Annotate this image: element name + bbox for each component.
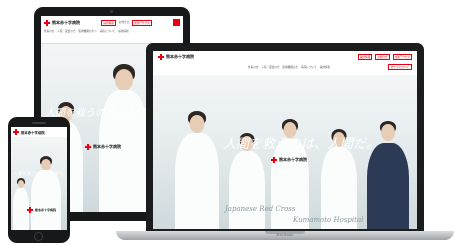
responsive-mockup: 熊本赤十字病院 採用情報 お問合せ 交通アクセス 外来の方 入院・面会の方 医療… (0, 0, 454, 246)
tablet-camera (110, 10, 113, 13)
tablet-utility-nav: 採用情報 お問合せ 交通アクセス (101, 19, 152, 26)
nav-link-contact[interactable]: お問合せ (375, 54, 390, 60)
tablet-logo[interactable]: 熊本赤十字病院 (44, 19, 80, 26)
hero-logo: 熊本赤十字病院 (27, 207, 56, 213)
nav-link-contact[interactable]: お問合せ (119, 20, 129, 26)
staff-figure (99, 64, 149, 212)
phone-device: 熊本赤十字病院 人間を救うのは、人間だ。 熊本赤十字病院 (8, 117, 70, 243)
nav-link-inpatient[interactable]: 入院・面会の方 (57, 29, 75, 33)
redcross-link-button[interactable]: 赤十字について (387, 64, 412, 70)
home-button[interactable] (34, 232, 43, 241)
logo-text: 熊本赤十字病院 (21, 130, 45, 135)
device-brand-label: MacBook (276, 233, 294, 237)
phone-logo[interactable]: 熊本赤十字病院 (13, 129, 65, 135)
hero-logo-text: 熊本赤十字病院 (93, 144, 121, 149)
hero-catchcopy: 人間を救うのは、人間だ。 (13, 172, 67, 177)
hero-logo: 熊本赤十字病院 (85, 144, 121, 150)
logo-text: 熊本赤十字病院 (52, 19, 80, 25)
laptop-device: 熊本赤十字病院 採用情報 お問合せ 交通アクセス 外来の方 入院・面会の方 医療… (146, 43, 424, 233)
script-line-2: Kumamoto Hospital (293, 216, 364, 224)
phone-hero: 人間を救うのは、人間だ。 熊本赤十字病院 (11, 137, 67, 230)
nav-link-recruit[interactable]: 採用情報 (357, 54, 373, 60)
laptop-logo[interactable]: 熊本赤十字病院 (158, 54, 194, 60)
tablet-main-nav: 外来の方 入院・面会の方 医療機関の方へ 病院について 採用情報 (44, 29, 180, 33)
phone-speaker (32, 122, 46, 124)
nav-link-outpatient[interactable]: 外来の方 (44, 29, 54, 33)
script-line-1: Japanese Red Cross (225, 205, 296, 213)
nav-link-careers[interactable]: 採用情報 (118, 29, 128, 33)
nav-link-about[interactable]: 病院について (100, 29, 116, 33)
nav-link-medical[interactable]: 医療機関の方 (283, 65, 299, 69)
tablet-header: 熊本赤十字病院 採用情報 お問合せ 交通アクセス 外来の方 入院・面会の方 医療… (41, 16, 183, 52)
phone-screen: 熊本赤十字病院 人間を救うのは、人間だ。 熊本赤十字病院 (11, 127, 67, 230)
laptop-screen: 熊本赤十字病院 採用情報 お問合せ 交通アクセス 外来の方 入院・面会の方 医療… (153, 51, 417, 229)
nav-link-access[interactable]: 交通アクセス (132, 19, 152, 26)
nav-link-outpatient[interactable]: 外来の方 (248, 65, 258, 69)
laptop-utility-nav: 採用情報 お問合せ 交通アクセス (357, 54, 412, 60)
phone-header: 熊本赤十字病院 (11, 127, 67, 137)
red-cross-icon (27, 207, 33, 213)
nav-link-access[interactable]: 交通アクセス (392, 54, 412, 60)
hero-catchcopy: 人間を救うのは、人間だ。 (223, 137, 379, 152)
red-cross-icon (85, 144, 91, 150)
nav-link-about[interactable]: 病院について (301, 65, 317, 69)
logo-text: 熊本赤十字病院 (166, 54, 194, 59)
red-cross-icon (44, 19, 50, 26)
menu-icon[interactable] (173, 19, 180, 26)
laptop-header: 熊本赤十字病院 採用情報 お問合せ 交通アクセス 外来の方 入院・面会の方 医療… (153, 51, 417, 75)
laptop-hero: 人間を救うのは、人間だ。 熊本赤十字病院 Japanese Red Cross … (153, 75, 417, 229)
staff-figure (175, 111, 219, 229)
hero-logo-text: 熊本赤十字病院 (35, 208, 57, 212)
red-cross-icon (13, 129, 19, 135)
hero-logo: 熊本赤十字病院 (271, 157, 307, 163)
nav-link-inpatient[interactable]: 入院・面会の方 (261, 65, 279, 69)
red-cross-icon (158, 54, 164, 60)
red-cross-icon (271, 157, 277, 163)
staff-figure (13, 178, 29, 230)
nav-link-medical[interactable]: 医療機関の方へ (79, 29, 97, 33)
hero-logo-text: 熊本赤十字病院 (279, 157, 307, 162)
nav-link-recruit[interactable]: 採用情報 (101, 19, 116, 26)
staff-figure (31, 156, 61, 230)
nav-link-careers[interactable]: 採用情報 (320, 65, 330, 69)
laptop-main-nav: 外来の方 入院・面会の方 医療機関の方 病院について 採用情報 (248, 65, 330, 69)
